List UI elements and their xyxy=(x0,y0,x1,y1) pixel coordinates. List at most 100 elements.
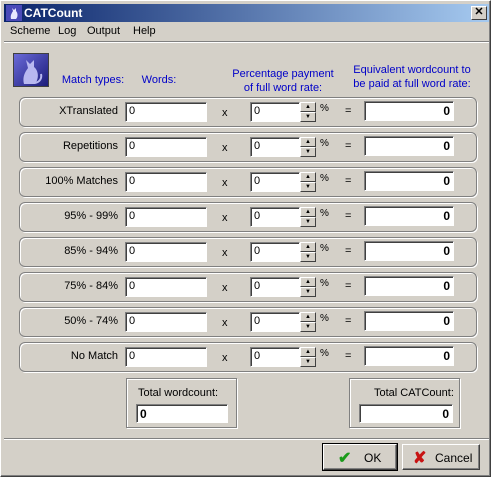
spin-up-button[interactable]: ▲ xyxy=(300,172,316,182)
percentage-input[interactable]: 0 xyxy=(250,207,300,227)
total-wordcount-value: 0 xyxy=(136,404,228,423)
times-sign: x xyxy=(222,282,228,294)
percent-sign: % xyxy=(320,138,329,149)
percent-sign: % xyxy=(320,313,329,324)
row-no-match: No Match 0 x 0 ▲ ▼ % = 0 xyxy=(19,342,477,372)
words-input[interactable]: 0 xyxy=(125,172,207,192)
spin-down-button[interactable]: ▼ xyxy=(300,287,316,297)
percentage-spinner: ▲ ▼ xyxy=(300,102,316,122)
words-input[interactable]: 0 xyxy=(125,242,207,262)
times-sign: x xyxy=(222,247,228,259)
spin-down-button[interactable]: ▼ xyxy=(300,322,316,332)
percentage-input[interactable]: 0 xyxy=(250,312,300,332)
spin-up-button[interactable]: ▲ xyxy=(300,347,316,357)
percentage-spinner: ▲ ▼ xyxy=(300,242,316,262)
ok-button[interactable]: ✔ OK xyxy=(322,443,398,471)
equals-sign: = xyxy=(345,175,352,187)
header-match-types: Match types: xyxy=(61,74,125,86)
spin-down-button[interactable]: ▼ xyxy=(300,147,316,157)
equals-sign: = xyxy=(345,315,352,327)
close-button[interactable]: ✕ xyxy=(471,6,487,20)
row-75-84: 75% - 84% 0 x 0 ▲ ▼ % = 0 xyxy=(19,272,477,302)
percent-sign: % xyxy=(320,173,329,184)
equals-sign: = xyxy=(345,350,352,362)
row-95-99: 95% - 99% 0 x 0 ▲ ▼ % = 0 xyxy=(19,202,477,232)
equivalent-wordcount: 0 xyxy=(364,311,454,331)
words-input[interactable]: 0 xyxy=(125,207,207,227)
times-sign: x xyxy=(222,107,228,119)
menu-scheme[interactable]: Scheme xyxy=(10,25,50,37)
x-icon: ✘ xyxy=(413,450,427,467)
total-catcount-label: Total CATCount: xyxy=(374,387,454,399)
header-equivalent-line2: be paid at full word rate: xyxy=(353,78,471,90)
spin-up-button[interactable]: ▲ xyxy=(300,102,316,112)
words-input[interactable]: 0 xyxy=(125,347,207,367)
percentage-spinner: ▲ ▼ xyxy=(300,347,316,367)
equivalent-wordcount: 0 xyxy=(364,346,454,366)
header-equivalent: Equivalent wordcount to be paid at full … xyxy=(347,63,477,91)
words-input[interactable]: 0 xyxy=(125,277,207,297)
total-wordcount-label: Total wordcount: xyxy=(138,387,219,399)
spin-up-button[interactable]: ▲ xyxy=(300,277,316,287)
spin-down-button[interactable]: ▼ xyxy=(300,217,316,227)
percent-sign: % xyxy=(320,103,329,114)
menu-separator xyxy=(4,41,489,43)
equivalent-wordcount: 0 xyxy=(364,171,454,191)
times-sign: x xyxy=(222,352,228,364)
row-label: 50% - 74% xyxy=(64,315,118,327)
equals-sign: = xyxy=(345,210,352,222)
menu-log[interactable]: Log xyxy=(58,25,76,37)
times-sign: x xyxy=(222,212,228,224)
spin-up-button[interactable]: ▲ xyxy=(300,242,316,252)
percentage-input[interactable]: 0 xyxy=(250,347,300,367)
spin-down-button[interactable]: ▼ xyxy=(300,252,316,262)
row-label: 100% Matches xyxy=(45,175,118,187)
equivalent-wordcount: 0 xyxy=(364,241,454,261)
cancel-button[interactable]: ✘ Cancel xyxy=(402,444,480,470)
words-input[interactable]: 0 xyxy=(125,102,207,122)
menu-bar: Scheme Log Output Help xyxy=(4,23,489,41)
row-50-74: 50% - 74% 0 x 0 ▲ ▼ % = 0 xyxy=(19,307,477,337)
percentage-input[interactable]: 0 xyxy=(250,102,300,122)
percentage-spinner: ▲ ▼ xyxy=(300,207,316,227)
percentage-spinner: ▲ ▼ xyxy=(300,172,316,192)
percentage-input[interactable]: 0 xyxy=(250,242,300,262)
header-percentage: Percentage payment of full word rate: xyxy=(229,67,337,95)
equivalent-wordcount: 0 xyxy=(364,136,454,156)
percent-sign: % xyxy=(320,348,329,359)
percentage-input[interactable]: 0 xyxy=(250,172,300,192)
words-input[interactable]: 0 xyxy=(125,137,207,157)
header-equivalent-line1: Equivalent wordcount to xyxy=(353,64,471,76)
row-label: 95% - 99% xyxy=(64,210,118,222)
row-label: No Match xyxy=(70,350,118,362)
spin-down-button[interactable]: ▼ xyxy=(300,357,316,367)
window-title: CATCount xyxy=(24,6,83,20)
spin-down-button[interactable]: ▼ xyxy=(300,112,316,122)
spin-down-button[interactable]: ▼ xyxy=(300,182,316,192)
menu-help[interactable]: Help xyxy=(133,25,156,37)
total-catcount-value: 0 xyxy=(359,404,453,423)
times-sign: x xyxy=(222,142,228,154)
percentage-input[interactable]: 0 xyxy=(250,137,300,157)
words-input[interactable]: 0 xyxy=(125,312,207,332)
percentage-spinner: ▲ ▼ xyxy=(300,312,316,332)
spin-up-button[interactable]: ▲ xyxy=(300,207,316,217)
percentage-spinner: ▲ ▼ xyxy=(300,137,316,157)
spin-up-button[interactable]: ▲ xyxy=(300,312,316,322)
equivalent-wordcount: 0 xyxy=(364,276,454,296)
close-icon: ✕ xyxy=(474,6,484,18)
spin-up-button[interactable]: ▲ xyxy=(300,137,316,147)
row-label: 85% - 94% xyxy=(64,245,118,257)
percent-sign: % xyxy=(320,208,329,219)
row-repetitions: Repetitions 0 x 0 ▲ ▼ % = 0 xyxy=(19,132,477,162)
ok-label: OK xyxy=(364,451,382,465)
percentage-input[interactable]: 0 xyxy=(250,277,300,297)
equivalent-wordcount: 0 xyxy=(364,101,454,121)
times-sign: x xyxy=(222,177,228,189)
row-100-matches: 100% Matches 0 x 0 ▲ ▼ % = 0 xyxy=(19,167,477,197)
equals-sign: = xyxy=(345,245,352,257)
title-bar[interactable]: CATCount ✕ xyxy=(4,4,489,22)
header-percentage-line2: of full word rate: xyxy=(243,82,323,94)
row-xtranslated: XTranslated 0 x 0 ▲ ▼ % = 0 xyxy=(19,97,477,127)
menu-output[interactable]: Output xyxy=(87,25,120,37)
